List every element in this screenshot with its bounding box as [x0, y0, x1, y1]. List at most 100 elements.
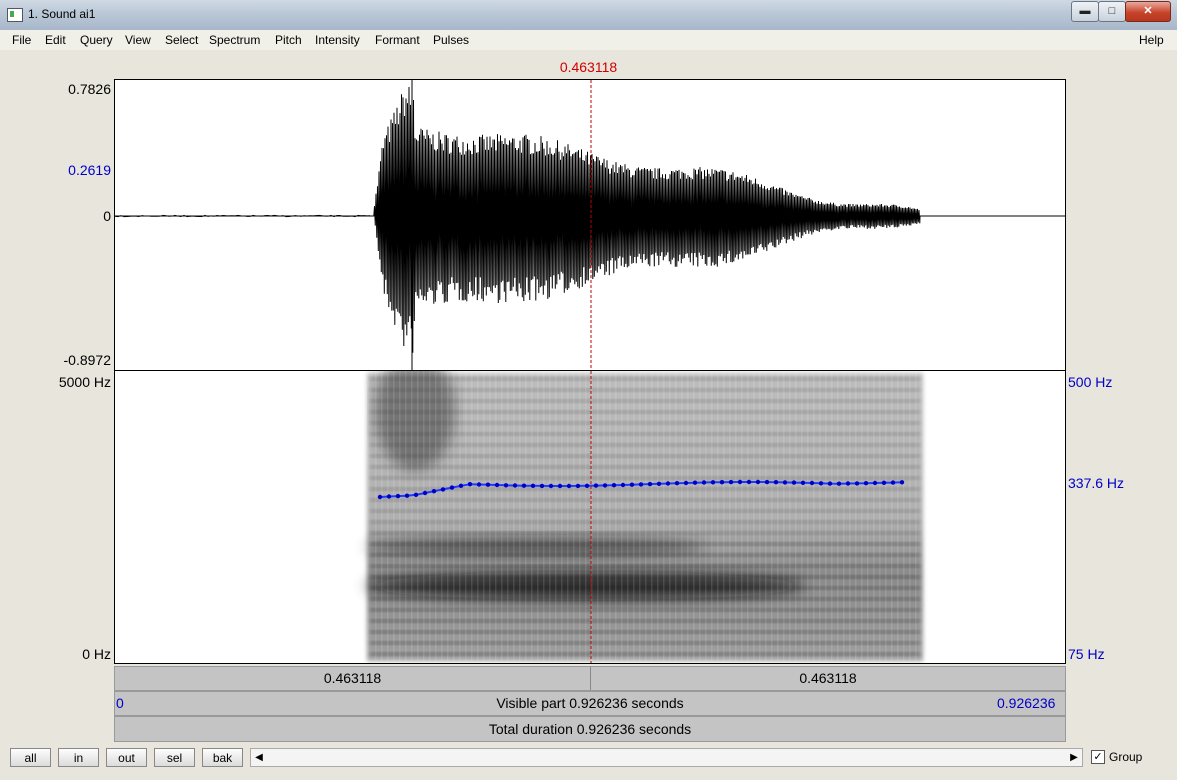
spectral-streak	[903, 371, 905, 661]
spectral-streak	[717, 371, 719, 661]
scroll-right-icon[interactable]: ▶	[1066, 749, 1082, 766]
pitch-point	[476, 482, 482, 487]
zoom-selection-button[interactable]: sel	[154, 748, 195, 767]
pitch-point	[764, 479, 770, 485]
spectral-streak	[387, 371, 389, 661]
spectral-streak	[417, 371, 419, 661]
pitch-point	[413, 492, 419, 497]
menu-file[interactable]: File	[12, 33, 31, 47]
pitch-point	[395, 493, 401, 499]
spectral-streak	[627, 371, 629, 661]
spectral-streak	[783, 371, 785, 661]
spectrogram-max-label: 5000 Hz	[58, 374, 111, 390]
pitch-point	[638, 482, 644, 487]
left-segment[interactable]: 0.463118	[115, 667, 591, 690]
pitch-point	[746, 479, 752, 485]
waveform-max-label: 0.7826	[68, 81, 111, 97]
spectral-streak	[651, 371, 653, 661]
spectral-streak	[807, 371, 809, 661]
spectral-streak	[867, 371, 869, 661]
pitch-point	[665, 481, 671, 486]
pitch-point	[863, 481, 869, 486]
pitch-point	[521, 483, 527, 488]
pitch-point	[890, 480, 896, 485]
minimize-button[interactable]: ▬	[1071, 1, 1099, 22]
menu-select[interactable]: Select	[165, 33, 198, 47]
pitch-point	[494, 482, 500, 488]
group-label: Group	[1109, 750, 1143, 764]
pitch-point	[422, 490, 428, 496]
zoom-out-button[interactable]: out	[106, 748, 147, 767]
menu-pulses[interactable]: Pulses	[433, 33, 469, 47]
time-scrollbar[interactable]: ◀ ▶	[250, 748, 1083, 767]
spectral-streak	[513, 371, 515, 661]
spectral-streak	[909, 371, 911, 661]
spectral-streak	[837, 371, 839, 661]
spectral-streak	[819, 371, 821, 661]
visible-start-label: 0	[116, 695, 124, 711]
scroll-left-icon[interactable]: ◀	[251, 749, 267, 766]
left-segment-label: 0.463118	[323, 670, 382, 686]
spectral-streak	[663, 371, 665, 661]
pitch-point	[719, 480, 725, 485]
pitch-point	[620, 482, 626, 488]
spectral-streak	[693, 371, 695, 661]
spectral-streak	[747, 371, 749, 661]
menu-pitch[interactable]: Pitch	[275, 33, 302, 47]
menu-query[interactable]: Query	[80, 33, 113, 47]
pitch-point	[791, 480, 797, 485]
title-bar: 1. Sound ai1 ▬ □ ✕	[0, 0, 1177, 31]
pitch-point	[602, 483, 608, 488]
menu-edit[interactable]: Edit	[45, 33, 66, 47]
spectral-streak	[489, 371, 491, 661]
spectral-streak	[669, 371, 671, 661]
zoom-in-button[interactable]: in	[58, 748, 99, 767]
spectral-streak	[795, 371, 797, 661]
total-duration-label: Total duration 0.926236 seconds	[488, 721, 692, 737]
spectral-streak	[645, 371, 647, 661]
pitch-point	[539, 483, 545, 489]
pitch-point	[881, 480, 887, 485]
spectral-streak	[879, 371, 881, 661]
maximize-button[interactable]: □	[1098, 1, 1126, 22]
pitch-point	[629, 482, 635, 487]
pitch-point	[701, 480, 707, 485]
spectral-streak	[453, 371, 455, 661]
spectral-streak	[555, 371, 557, 661]
spectral-streak	[753, 371, 755, 661]
menu-formant[interactable]: Formant	[375, 33, 420, 47]
menu-view[interactable]: View	[125, 33, 151, 47]
menu-help[interactable]: Help	[1139, 33, 1164, 47]
pitch-point	[818, 481, 824, 486]
pitch-point	[845, 481, 851, 486]
pitch-point	[440, 487, 446, 492]
zoom-all-button[interactable]: all	[10, 748, 51, 767]
spectral-streak	[507, 371, 509, 661]
menu-intensity[interactable]: Intensity	[315, 33, 360, 47]
spectrogram-svg	[365, 371, 923, 663]
pitch-point	[647, 481, 653, 487]
pitch-point	[710, 480, 716, 485]
pitch-point	[773, 480, 779, 485]
spectral-streak	[597, 371, 599, 661]
group-checkbox[interactable]: ✓	[1091, 750, 1105, 764]
right-segment[interactable]: 0.463118	[591, 667, 1065, 690]
spectrogram-panel[interactable]	[114, 371, 1066, 664]
total-duration-bar[interactable]: Total duration 0.926236 seconds	[114, 716, 1066, 742]
spectral-streak	[567, 371, 569, 661]
visible-part-bar[interactable]: Visible part 0.926236 seconds	[114, 691, 1066, 716]
selection-bar[interactable]: 0.463118 0.463118	[114, 666, 1066, 691]
spectral-streak	[525, 371, 527, 661]
pitch-point	[575, 483, 581, 489]
spectral-streak	[831, 371, 833, 661]
spectral-streak	[843, 371, 845, 661]
close-button[interactable]: ✕	[1125, 1, 1171, 22]
zoom-back-button[interactable]: bak	[202, 748, 243, 767]
pitch-point	[512, 483, 518, 488]
pitch-max-label: 500 Hz	[1068, 374, 1113, 390]
spectrogram-image	[365, 371, 923, 661]
spectral-streak	[771, 371, 773, 661]
spectral-streak	[705, 371, 707, 661]
waveform-panel[interactable]	[114, 79, 1066, 371]
menu-spectrum[interactable]: Spectrum	[209, 33, 260, 47]
